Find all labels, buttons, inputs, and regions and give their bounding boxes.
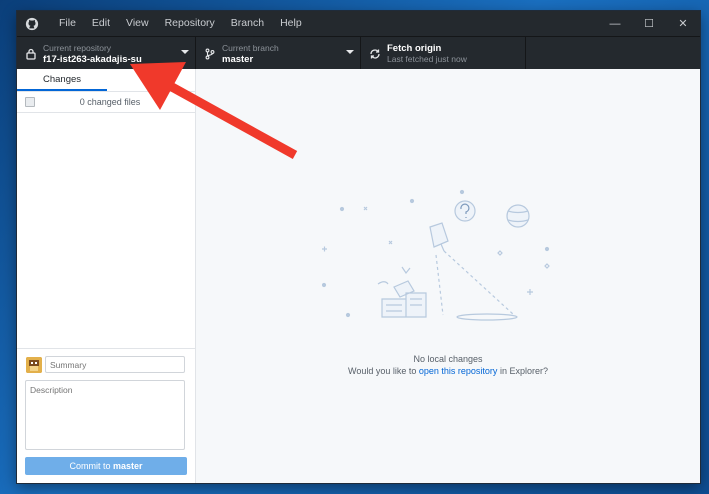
- open-repository-link[interactable]: open this repository: [419, 366, 498, 376]
- commit-area: Commit to master: [17, 348, 195, 483]
- repository-name: f17-ist263-akadajis-su: [43, 53, 142, 65]
- menu-help[interactable]: Help: [272, 11, 310, 36]
- window-controls: — ☐ ✕: [598, 11, 700, 36]
- avatar: [26, 357, 42, 373]
- no-changes-illustration-icon: [322, 189, 550, 321]
- changed-files-count: 0 changed files: [79, 97, 141, 107]
- changes-header: 0 changed files: [17, 92, 195, 113]
- empty-state-message: Would you like to open this repository i…: [196, 366, 700, 376]
- repository-caption: Current repository: [43, 42, 112, 53]
- minimize-button[interactable]: —: [598, 11, 632, 36]
- sync-icon: [370, 48, 380, 59]
- fetch-status: Last fetched just now: [387, 53, 467, 64]
- toolbar: Current repository f17-ist263-akadajis-s…: [17, 36, 700, 70]
- chevron-down-icon: [181, 50, 189, 54]
- branch-selector[interactable]: Current branch master: [196, 37, 361, 70]
- commit-button[interactable]: Commit to master: [25, 457, 187, 475]
- sidebar: Changes 0 changed files Commit to master: [17, 69, 196, 483]
- empty-state-prefix: Would you like to: [348, 366, 419, 376]
- select-all-checkbox[interactable]: [25, 97, 35, 107]
- branch-caption: Current branch: [222, 42, 279, 53]
- menu-repository[interactable]: Repository: [157, 11, 223, 36]
- close-button[interactable]: ✕: [666, 11, 700, 36]
- menu-edit[interactable]: Edit: [84, 11, 118, 36]
- branch-icon: [205, 48, 215, 59]
- chevron-down-icon: [346, 50, 354, 54]
- branch-name: master: [222, 53, 254, 65]
- tab-changes[interactable]: Changes: [17, 69, 107, 91]
- menu-view[interactable]: View: [118, 11, 157, 36]
- fetch-origin-button[interactable]: Fetch origin Last fetched just now: [361, 37, 526, 70]
- summary-input[interactable]: [45, 356, 185, 373]
- description-input[interactable]: [25, 380, 185, 450]
- lock-icon: [26, 48, 36, 60]
- menu-file[interactable]: File: [51, 11, 84, 36]
- commit-button-branch: master: [112, 461, 143, 471]
- maximize-button[interactable]: ☐: [632, 11, 666, 36]
- github-logo-icon: [25, 17, 39, 30]
- main-pane: No local changes Would you like to open …: [196, 69, 700, 483]
- github-desktop-window: File Edit View Repository Branch Help — …: [17, 11, 700, 483]
- repository-selector[interactable]: Current repository f17-ist263-akadajis-s…: [17, 37, 196, 70]
- commit-button-prefix: Commit to: [69, 461, 113, 471]
- menu-branch[interactable]: Branch: [223, 11, 272, 36]
- fetch-label: Fetch origin: [387, 42, 442, 54]
- empty-state-suffix: in Explorer?: [497, 366, 548, 376]
- sidebar-tabs: Changes: [17, 69, 195, 92]
- title-bar: File Edit View Repository Branch Help — …: [17, 11, 700, 36]
- empty-state-title: No local changes: [413, 354, 483, 364]
